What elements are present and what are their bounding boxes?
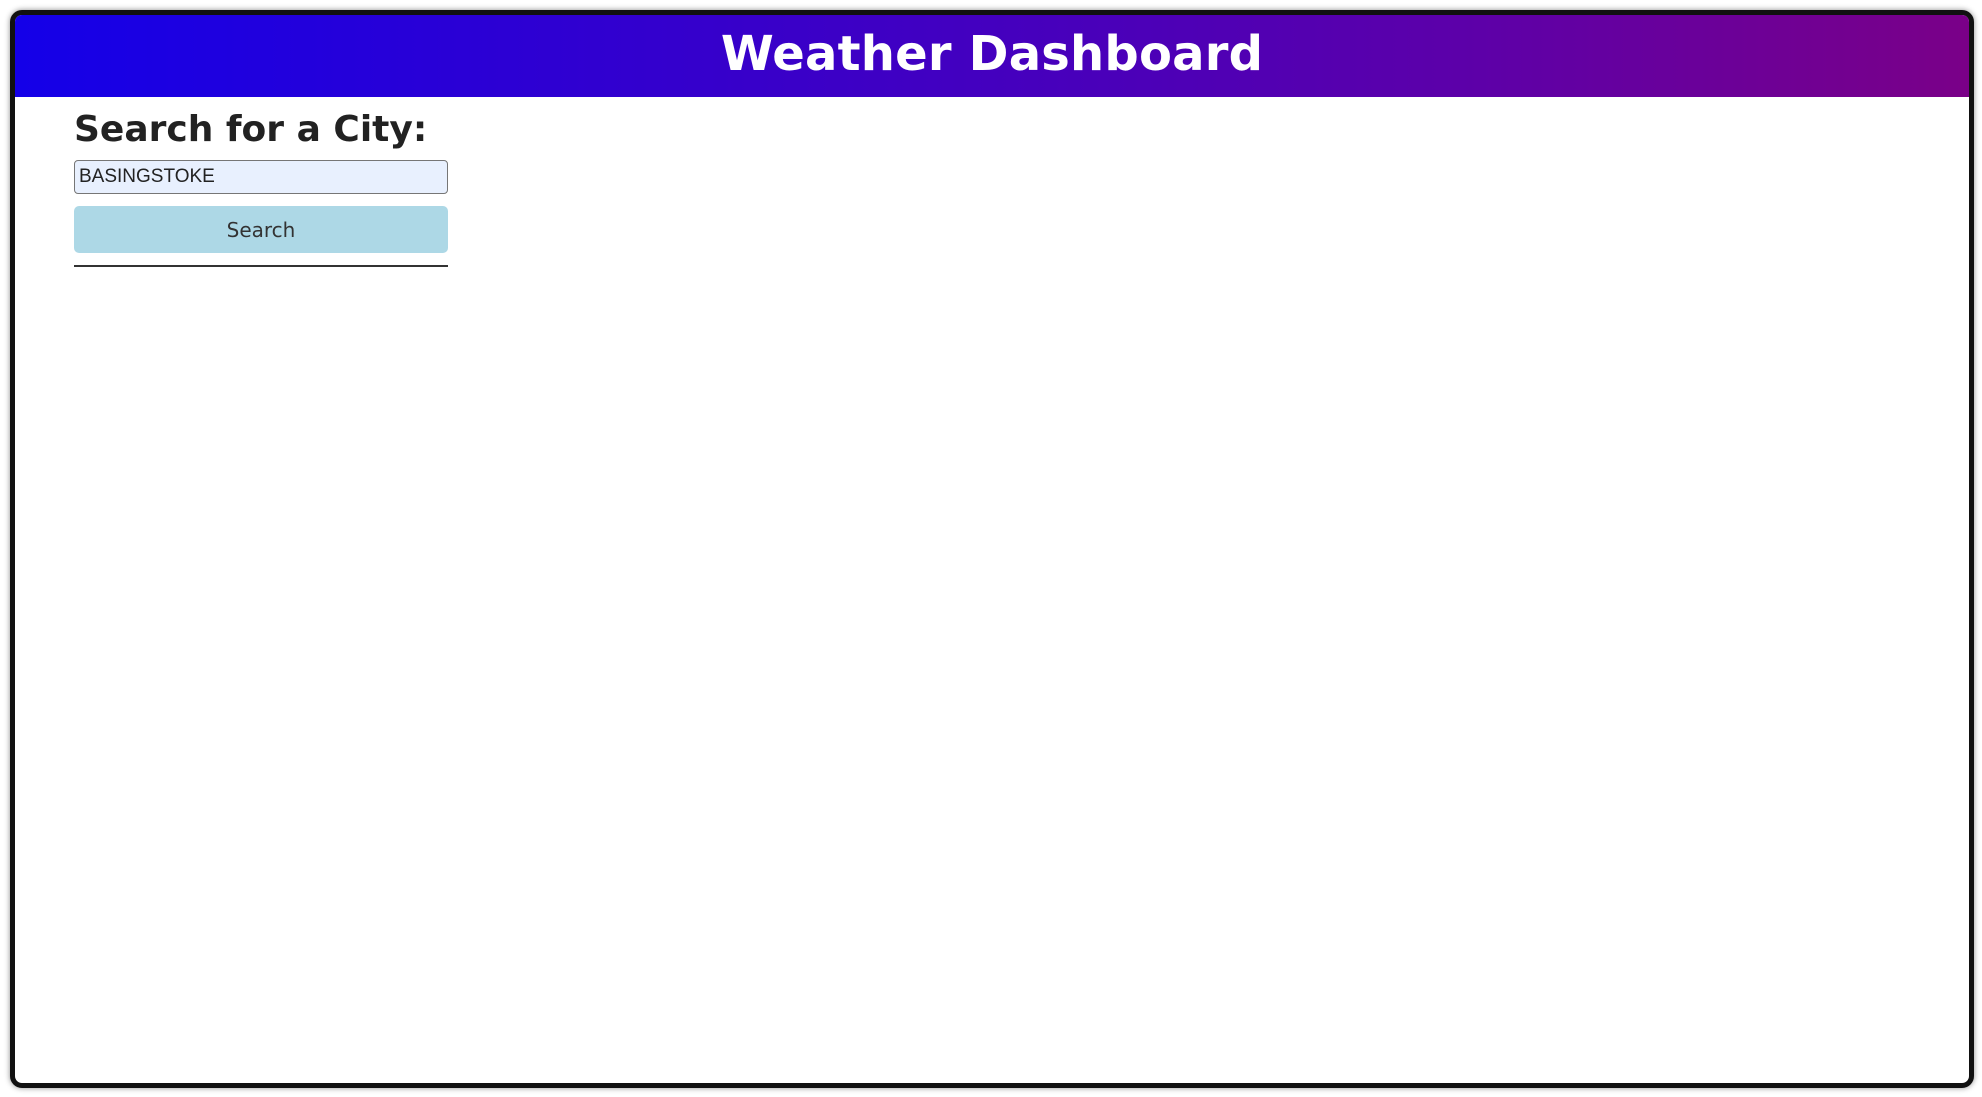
page-header: Weather Dashboard	[15, 15, 1969, 97]
search-history-divider	[74, 265, 448, 267]
search-panel: Search for a City: Search	[74, 107, 448, 267]
search-heading: Search for a City:	[74, 109, 428, 150]
page-title: Weather Dashboard	[720, 26, 1264, 82]
app-window: Weather Dashboard Search for a City: Sea…	[10, 10, 1974, 1088]
city-search-input[interactable]	[74, 160, 448, 194]
search-button[interactable]: Search	[74, 206, 448, 253]
